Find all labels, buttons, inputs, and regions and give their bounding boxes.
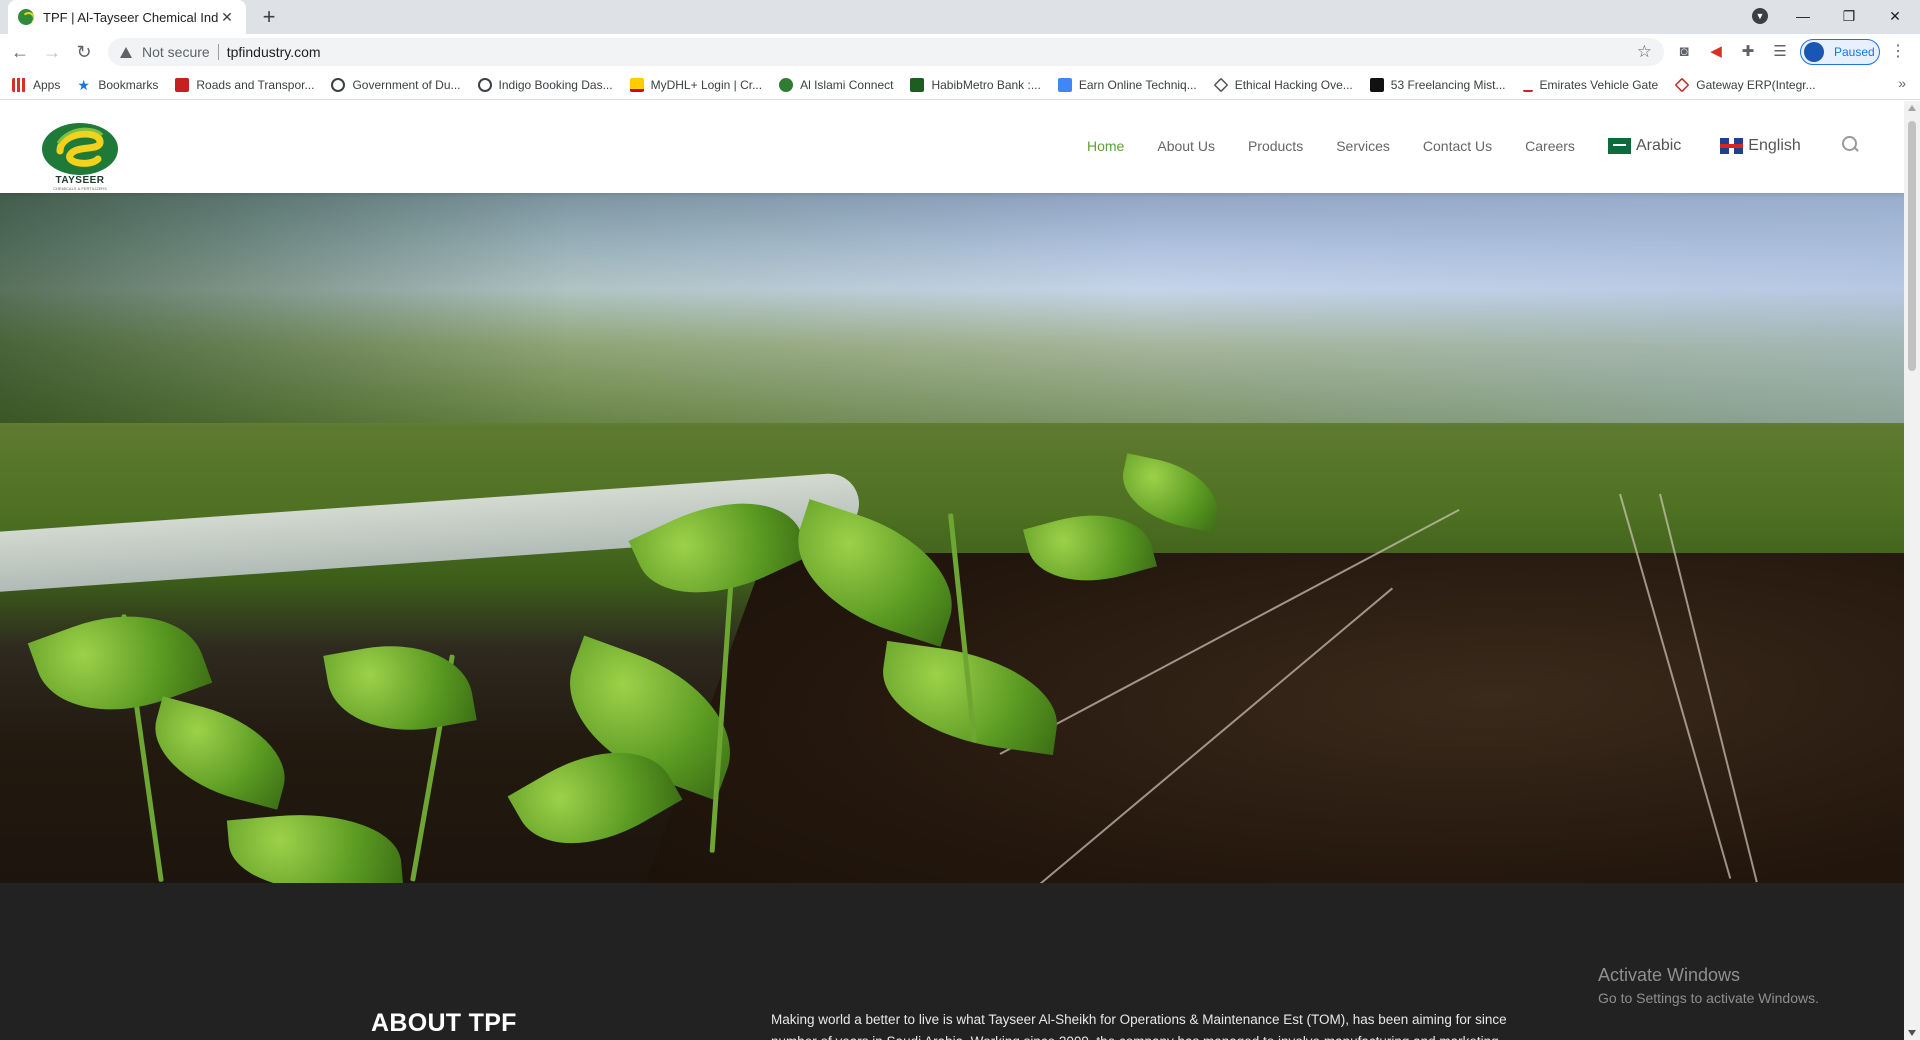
- apps-grid-icon: [12, 77, 26, 92]
- bookmark-gateway-erp[interactable]: Gateway ERP(Integr...: [1674, 77, 1816, 92]
- browser-menu-icon[interactable]: ⋮: [1890, 42, 1906, 62]
- rta-logo-icon: [175, 77, 190, 92]
- diamond-icon: [1213, 77, 1229, 92]
- address-bar[interactable]: Not secure tpfindustry.com ☆: [108, 38, 1664, 66]
- nav-careers[interactable]: Careers: [1525, 138, 1575, 154]
- logo-wordmark: TAYSEER: [55, 175, 105, 186]
- language-arabic[interactable]: Arabic: [1607, 137, 1681, 155]
- bookmark-al-islami[interactable]: Al Islami Connect: [779, 77, 893, 92]
- about-heading: ABOUT TPF: [371, 1009, 517, 1037]
- back-button[interactable]: ←: [8, 40, 32, 64]
- profile-status: Paused: [1834, 45, 1875, 59]
- site-logo[interactable]: TAYSEER CHEMICALS & FERTILIZERS: [40, 121, 120, 191]
- scrollbar-thumb[interactable]: [1908, 121, 1916, 371]
- about-section: ABOUT TPF Making world a better to live …: [0, 883, 1904, 1040]
- globe-icon: [477, 77, 492, 92]
- chevron-down-icon: ▼: [1752, 8, 1768, 24]
- bookmark-emirates-vehicle-gate[interactable]: Emirates Vehicle Gate: [1522, 78, 1658, 92]
- tayseer-logo-icon: [42, 123, 118, 175]
- screenshot-camera-icon[interactable]: ◙: [1674, 42, 1694, 62]
- language-english[interactable]: English: [1720, 137, 1801, 155]
- star-icon: ★: [77, 76, 90, 93]
- uk-flag-icon: [1720, 138, 1744, 154]
- nav-about-us[interactable]: About Us: [1157, 138, 1215, 154]
- scroll-down-icon[interactable]: [1908, 1030, 1916, 1036]
- main-nav: Home About Us Products Services Contact …: [1087, 137, 1840, 155]
- address-divider: [217, 44, 219, 60]
- hero-image-seedlings: [0, 193, 1904, 883]
- forward-button[interactable]: →: [40, 40, 64, 64]
- plant-leaf: [1114, 453, 1226, 533]
- new-tab-button[interactable]: +: [256, 5, 282, 31]
- logo-tagline: CHEMICALS & FERTILIZERS: [53, 186, 107, 191]
- watermark-title: Activate Windows: [1598, 965, 1741, 985]
- globe-icon: [331, 77, 346, 92]
- nav-services[interactable]: Services: [1336, 138, 1390, 154]
- activate-windows-watermark: Activate Windows Go to Settings to activ…: [1598, 965, 1819, 1006]
- site-favicon-icon: [18, 9, 34, 25]
- document-icon: [1057, 77, 1072, 92]
- soil-bed: [634, 553, 1904, 883]
- dhl-logo-icon: [629, 77, 644, 92]
- c-logo-icon: [1369, 77, 1384, 92]
- profile-button[interactable]: Paused: [1800, 39, 1880, 65]
- habibmetro-logo-icon: [910, 77, 925, 92]
- bookmarks-bar: Apps ★ Bookmarks Roads and Transpor... Go…: [0, 70, 1920, 100]
- bookmark-earn-online[interactable]: Earn Online Techniq...: [1057, 77, 1197, 92]
- plant-leaf: [142, 696, 298, 810]
- scroll-up-icon[interactable]: [1908, 105, 1916, 111]
- extensions-puzzle-icon[interactable]: ✚: [1738, 42, 1758, 62]
- reading-list-icon[interactable]: ☰: [1770, 42, 1790, 62]
- security-status: Not secure: [142, 44, 210, 60]
- browser-tab[interactable]: TPF | Al-Tayseer Chemical Industr ✕: [8, 0, 246, 34]
- emirates-logo-icon: [1522, 78, 1533, 92]
- bookmark-rta[interactable]: Roads and Transpor...: [175, 77, 314, 92]
- al-islami-logo-icon: [779, 77, 794, 92]
- nav-contact-us[interactable]: Contact Us: [1423, 138, 1492, 154]
- bookmark-ethical-hacking[interactable]: Ethical Hacking Ove...: [1213, 77, 1353, 92]
- bookmark-indigo[interactable]: Indigo Booking Das...: [477, 77, 613, 92]
- extension-megaphone-icon[interactable]: ◀: [1706, 42, 1726, 62]
- tab-title: TPF | Al-Tayseer Chemical Industr: [43, 9, 218, 25]
- greenhouse-roof: [0, 193, 1904, 423]
- watermark-subtitle: Go to Settings to activate Windows.: [1598, 990, 1819, 1006]
- gateway-logo-icon: [1674, 77, 1690, 92]
- bookmark-habibmetro[interactable]: HabibMetro Bank :...: [910, 77, 1041, 92]
- bookmark-government-dubai[interactable]: Government of Du...: [331, 77, 461, 92]
- minimize-button[interactable]: —: [1790, 0, 1816, 32]
- nav-home[interactable]: Home: [1087, 138, 1124, 154]
- close-tab-icon[interactable]: ✕: [218, 9, 236, 26]
- restore-button[interactable]: ❐: [1836, 0, 1862, 32]
- avatar: [1804, 42, 1824, 62]
- warning-icon: [120, 46, 132, 58]
- bookmark-bookmarks[interactable]: ★ Bookmarks: [77, 78, 158, 92]
- tab-search-button[interactable]: ▼: [1748, 0, 1772, 32]
- plant-leaf: [323, 631, 477, 745]
- plant-leaf: [226, 805, 404, 883]
- browser-toolbar: ← → ↻ Not secure tpfindustry.com ☆ ◙ ◀ ✚…: [0, 34, 1920, 70]
- saudi-flag-icon: [1607, 138, 1631, 154]
- close-window-button[interactable]: ✕: [1882, 0, 1908, 32]
- search-icon[interactable]: [1842, 136, 1860, 154]
- site-header: TAYSEER CHEMICALS & FERTILIZERS Home Abo…: [0, 101, 1904, 193]
- url-text[interactable]: tpfindustry.com: [227, 44, 321, 60]
- page-scrollbar[interactable]: [1904, 101, 1920, 1040]
- reload-button[interactable]: ↻: [72, 40, 96, 64]
- bookmark-apps[interactable]: Apps: [12, 77, 60, 92]
- page-viewport: TAYSEER CHEMICALS & FERTILIZERS Home Abo…: [0, 101, 1904, 1040]
- bookmark-star-icon[interactable]: ☆: [1637, 42, 1652, 62]
- about-paragraph: Making world a better to live is what Ta…: [771, 1012, 1507, 1040]
- bookmark-mydhl[interactable]: MyDHL+ Login | Cr...: [629, 77, 762, 92]
- more-bookmarks-icon[interactable]: »: [1898, 75, 1906, 91]
- nav-products[interactable]: Products: [1248, 138, 1303, 154]
- tab-strip: TPF | Al-Tayseer Chemical Industr ✕ + ▼ …: [0, 0, 1920, 34]
- bookmark-freelancing[interactable]: 53 Freelancing Mist...: [1369, 77, 1506, 92]
